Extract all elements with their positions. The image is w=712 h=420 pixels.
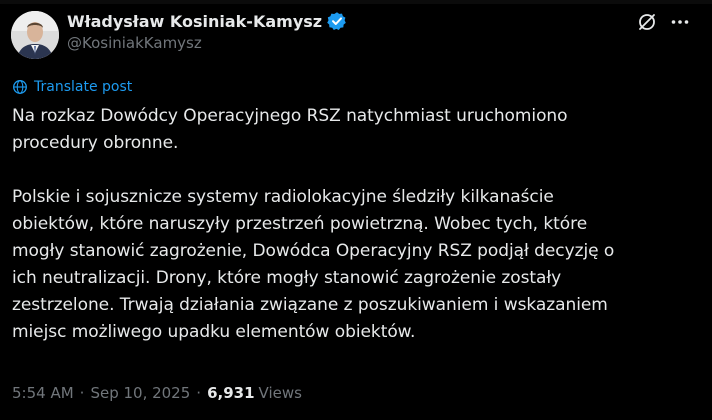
post-text-line: obiektów, które naruszyły przestrzeń pow… [12, 214, 588, 234]
post-date[interactable]: Sep 10, 2025 [90, 384, 190, 402]
author-name-row: Władysław Kosiniak-Kamysz [67, 10, 347, 32]
translate-post-link[interactable]: Translate post [12, 79, 132, 95]
post-text-line: mogły stanowić zagrożenie, Dowódca Opera… [12, 241, 615, 261]
author-handle[interactable]: @KosiniakKamysz [67, 34, 202, 52]
meta-separator: · [79, 384, 85, 402]
post-meta-row: 5:54 AM · Sep 10, 2025 · 6,931 Views [12, 384, 302, 402]
post-text-line: Polskie i sojusznicze systemy radiolokac… [12, 187, 554, 207]
post-text-line: ich neutralizacji. Drony, które mogły st… [12, 268, 562, 288]
translate-post-label: Translate post [34, 79, 133, 95]
verified-badge-icon [327, 11, 347, 31]
author-display-name[interactable]: Władysław Kosiniak-Kamysz [67, 12, 322, 31]
post-text-line: zestrzelone. Trwają działania związane z… [12, 295, 608, 315]
top-edge-strip [0, 0, 712, 4]
views-label: Views [258, 384, 302, 402]
post-text-line: procedury obronne. [12, 133, 179, 153]
globe-icon [12, 79, 28, 95]
post-text-line: Na rozkaz Dowódcy Operacyjnego RSZ natyc… [12, 106, 568, 126]
views-count: 6,931 [207, 384, 255, 402]
grok-icon[interactable] [636, 11, 658, 33]
avatar[interactable] [11, 11, 59, 59]
meta-separator: · [196, 384, 202, 402]
post-text-line: miejsc możliwego upadku elementów obiekt… [12, 322, 416, 342]
more-horizontal-icon[interactable] [669, 11, 691, 33]
post-time[interactable]: 5:54 AM [12, 384, 74, 402]
post-text: Na rozkaz Dowódcy Operacyjnego RSZ natyc… [12, 103, 702, 346]
